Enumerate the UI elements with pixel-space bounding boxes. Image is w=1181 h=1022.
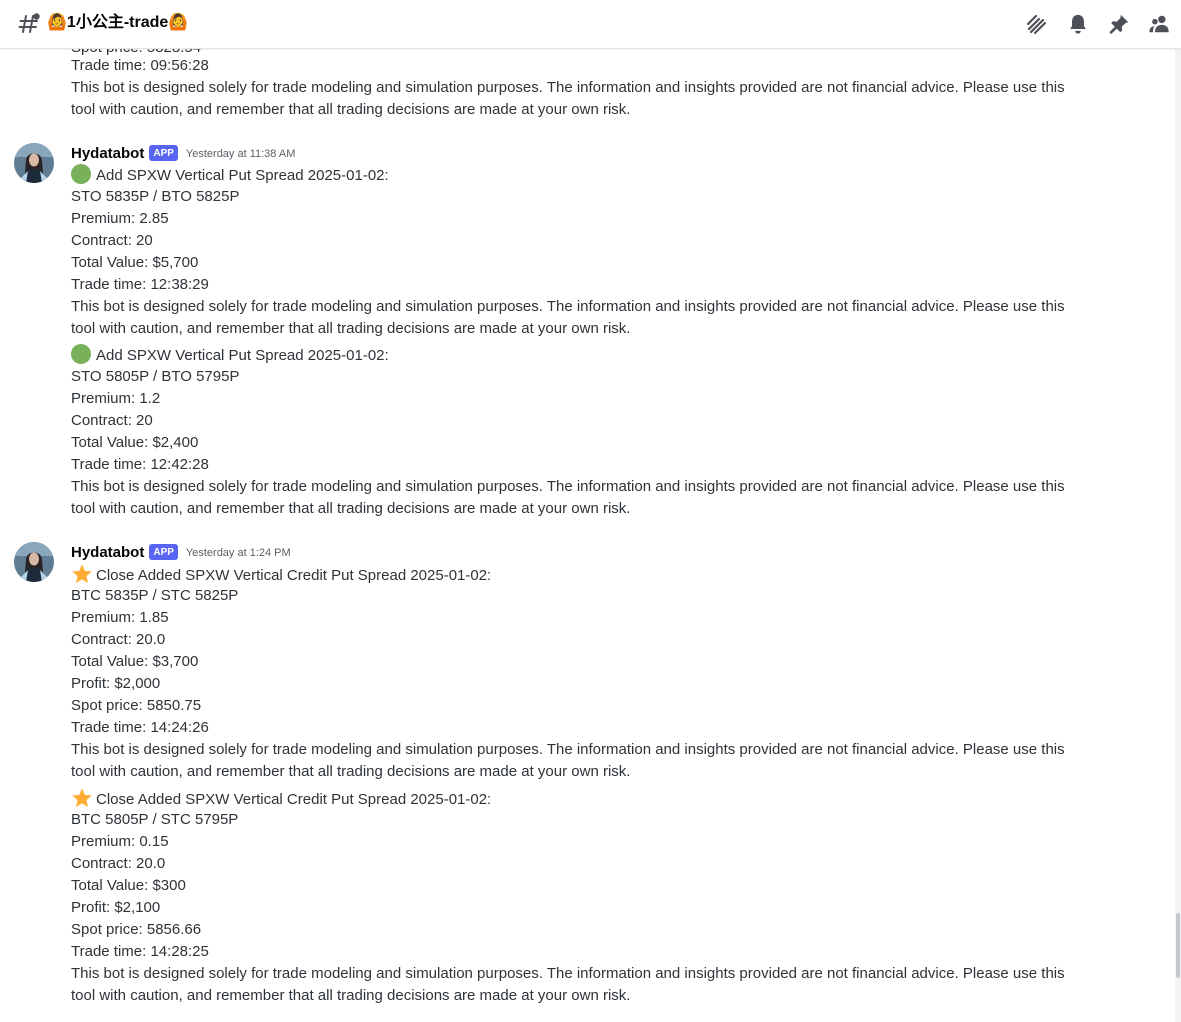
- app-badge: APP: [149, 544, 178, 560]
- trade-line: Premium: 2.85: [71, 210, 169, 227]
- trade-title: Add SPXW Vertical Put Spread 2025-01-02:: [71, 164, 389, 187]
- green-circle-icon: [71, 164, 91, 184]
- trade-line: Total Value: $2,400: [71, 434, 199, 451]
- trade-title: Close Added SPXW Vertical Credit Put Spr…: [71, 563, 491, 587]
- trade-time-text: Trade time: 09:56:28: [71, 57, 209, 74]
- trade-title: Close Added SPXW Vertical Credit Put Spr…: [71, 787, 491, 811]
- trade-line: Premium: 0.15: [71, 833, 169, 850]
- trade-line: Contract: 20: [71, 232, 153, 249]
- disclaimer-text: tool with caution, and remember that all…: [71, 101, 631, 118]
- trade-line: Total Value: $300: [71, 877, 186, 894]
- trade-line: Trade time: 14:24:26: [71, 719, 209, 736]
- disclaimer-text: This bot is designed solely for trade mo…: [71, 478, 1065, 495]
- trade-title: Add SPXW Vertical Put Spread 2025-01-02:: [71, 344, 389, 367]
- avatar[interactable]: [14, 143, 54, 183]
- trade-line: BTC 5835P / STC 5825P: [71, 587, 239, 604]
- trade-line: Spot price: 5856.66: [71, 921, 202, 938]
- trade-line: Spot price: 5850.75: [71, 697, 202, 714]
- trade-line: Trade time: 12:38:29: [71, 276, 209, 293]
- disclaimer-text: tool with caution, and remember that all…: [71, 987, 631, 1004]
- trade-line: Premium: 1.2: [71, 390, 161, 407]
- members-icon[interactable]: [1147, 11, 1173, 37]
- disclaimer-text: This bot is designed solely for trade mo…: [71, 298, 1065, 315]
- trade-line: Contract: 20: [71, 412, 153, 429]
- timestamp[interactable]: Yesterday at 11:38 AM: [186, 146, 295, 160]
- message-list: Spot price: 5828.54 Trade time: 09:56:28…: [0, 49, 1175, 1022]
- text-channel-icon: [18, 13, 40, 33]
- trade-line: Trade time: 14:28:25: [71, 943, 209, 960]
- timestamp[interactable]: Yesterday at 1:24 PM: [186, 545, 291, 559]
- threads-icon[interactable]: [1024, 11, 1050, 37]
- bell-icon[interactable]: [1065, 11, 1091, 37]
- trade-line: Total Value: $3,700: [71, 653, 199, 670]
- disclaimer-text: This bot is designed solely for trade mo…: [71, 741, 1065, 758]
- avatar[interactable]: [14, 542, 54, 582]
- green-circle-icon: [71, 344, 91, 364]
- trade-line: Contract: 20.0: [71, 631, 166, 648]
- disclaimer-text: tool with caution, and remember that all…: [71, 763, 631, 780]
- trade-line: Premium: 1.85: [71, 609, 169, 626]
- message-header: Hydatabot APP Yesterday at 11:38 AM: [71, 142, 295, 164]
- pin-icon[interactable]: [1106, 11, 1132, 37]
- star-icon: [71, 787, 93, 809]
- disclaimer-text: This bot is designed solely for trade mo…: [71, 965, 1065, 982]
- channel-header: 🙆1小公主-trade🙆: [0, 0, 1181, 49]
- trade-line: Profit: $2,000: [71, 675, 161, 692]
- scrollbar-thumb[interactable]: [1176, 913, 1180, 978]
- trade-line: Contract: 20.0: [71, 855, 166, 872]
- header-toolbar: [1009, 11, 1173, 37]
- trade-line: Profit: $2,100: [71, 899, 161, 916]
- channel-name: 🙆1小公主-trade🙆: [47, 14, 189, 31]
- scrollbar-track[interactable]: [1175, 49, 1181, 1022]
- disclaimer-text: tool with caution, and remember that all…: [71, 320, 631, 337]
- app-badge: APP: [149, 145, 178, 161]
- disclaimer-text: tool with caution, and remember that all…: [71, 500, 631, 517]
- trade-line: STO 5835P / BTO 5825P: [71, 188, 240, 205]
- trade-line: Trade time: 12:42:28: [71, 456, 209, 473]
- disclaimer-text: This bot is designed solely for trade mo…: [71, 79, 1065, 96]
- username[interactable]: Hydatabot: [71, 544, 144, 561]
- message-header: Hydatabot APP Yesterday at 1:24 PM: [71, 541, 291, 563]
- username[interactable]: Hydatabot: [71, 145, 144, 162]
- trade-line: BTC 5805P / STC 5795P: [71, 811, 239, 828]
- trade-line: STO 5805P / BTO 5795P: [71, 368, 240, 385]
- star-icon: [71, 563, 93, 585]
- trade-line: Total Value: $5,700: [71, 254, 199, 271]
- chat-window: 🙆1小公主-trade🙆 Trade time: 09:56:28 This b…: [0, 0, 1181, 1022]
